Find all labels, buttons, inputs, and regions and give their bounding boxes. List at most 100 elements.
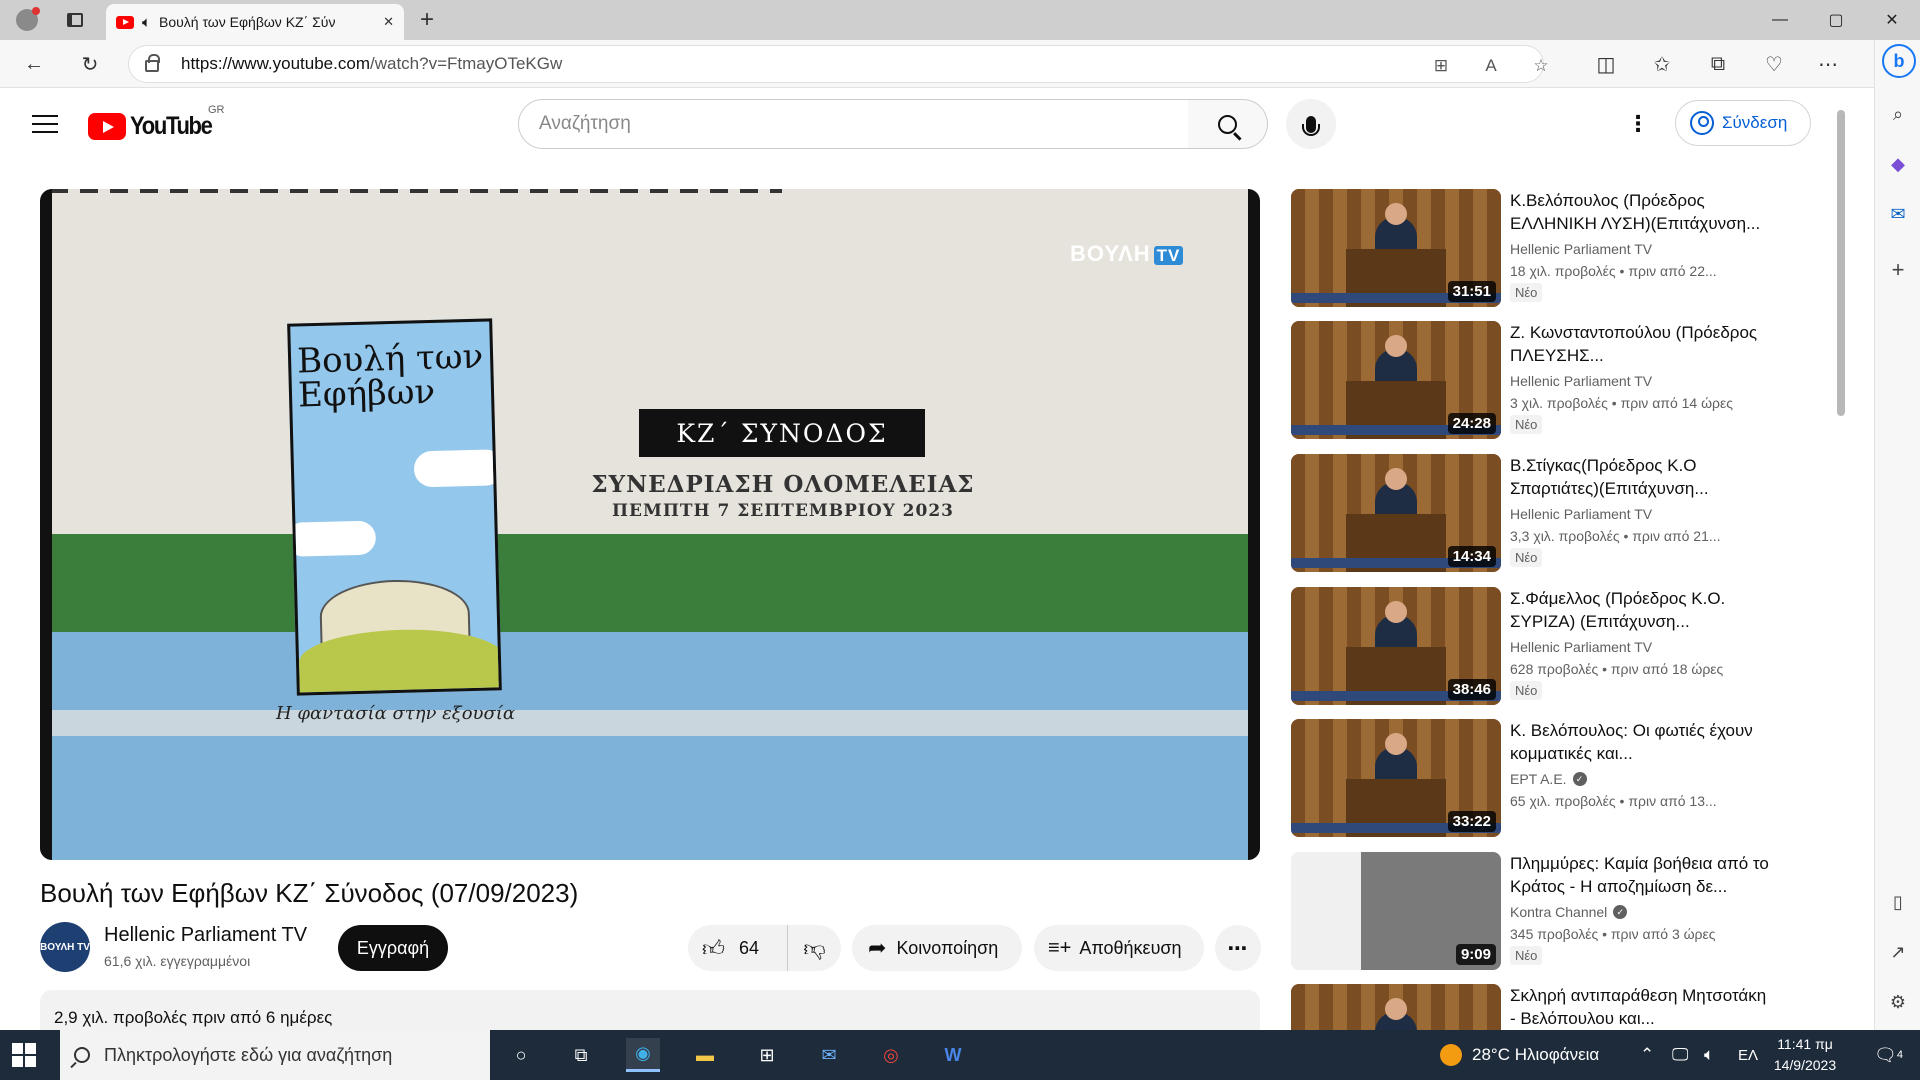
cloud-shape (413, 449, 502, 488)
taskbar-search-input[interactable]: Πληκτρολογήστε εδώ για αναζήτηση (60, 1030, 490, 1080)
file-explorer-icon[interactable]: ▬ (688, 1038, 722, 1072)
word-icon[interactable]: W (936, 1038, 970, 1072)
recommendation-title[interactable]: Σ.Φάμελλος (Πρόεδρος Κ.Ο. ΣΥΡΙΖΑ) (Επιτά… (1510, 587, 1770, 633)
recommendation-channel-name: Hellenic Parliament TV (1510, 373, 1653, 389)
sidebar-outlook-icon[interactable]: ✉ (1875, 196, 1920, 232)
favorites-icon[interactable]: ✩ (1646, 49, 1678, 79)
recommendation-channel[interactable]: ΕΡΤ Α.Ε. ✓ (1510, 771, 1770, 787)
split-screen-icon[interactable]: ◫ (1590, 49, 1622, 79)
sidebar-add-icon[interactable]: + (1875, 252, 1920, 288)
menu-hamburger-icon[interactable] (28, 110, 62, 138)
volume-icon[interactable]: 🔈︎ (1704, 1030, 1714, 1080)
notifications-icon[interactable]: 🗨︎ 4 (1874, 1030, 1903, 1080)
windows-start-icon[interactable] (12, 1043, 36, 1067)
lock-icon (145, 54, 160, 72)
recommendation-title[interactable]: Ζ. Κωνσταντοπούλου (Πρόεδρος ΠΛΕΥΣΗΣ... (1510, 321, 1770, 367)
like-button[interactable]: 👍︎ 64 (688, 925, 788, 971)
video-duration: 24:28 (1447, 413, 1496, 434)
youtube-logo[interactable]: YouTube GR (88, 104, 225, 141)
favorite-star-icon[interactable]: ☆ (1529, 54, 1553, 78)
recommendation-channel[interactable]: Kontra Channel ✓ (1510, 904, 1770, 920)
settings-kebab-icon[interactable]: ⋮ (1626, 110, 1650, 138)
recommendation-card[interactable]: 31:51 Κ.Βελόπουλος (Πρόεδρος ΕΛΛΗΝΙΚΗ ΛΥΣ… (1291, 189, 1771, 307)
profile-icon[interactable] (12, 6, 42, 34)
refresh-button[interactable]: ↻ (74, 49, 106, 79)
recommendation-thumbnail[interactable]: 24:28 (1291, 321, 1501, 439)
tray-chevron-icon[interactable]: ⌃ (1640, 1030, 1654, 1080)
sign-in-button[interactable]: Σύνδεση (1675, 100, 1811, 146)
search-button[interactable] (1188, 99, 1268, 149)
subscriber-count: 61,6 χιλ. εγγεγραμμένοι (104, 953, 251, 969)
recommendation-thumbnail[interactable]: 33:22 (1291, 719, 1501, 837)
bing-chat-icon[interactable]: b (1882, 44, 1916, 78)
chrome-icon[interactable]: ◎ (874, 1038, 908, 1072)
recommendation-thumbnail[interactable]: 31:51 (1291, 189, 1501, 307)
tab-close-icon[interactable]: ✕ (383, 14, 394, 30)
mail-icon[interactable]: ✉ (812, 1038, 846, 1072)
recommendation-card[interactable]: 24:28 Ζ. Κωνσταντοπούλου (Πρόεδρος ΠΛΕΥΣΗ… (1291, 321, 1771, 439)
recommendation-thumbnail[interactable]: 14:34 (1291, 454, 1501, 572)
recommendation-thumbnail[interactable]: 38:46 (1291, 587, 1501, 705)
recommendation-card[interactable]: 9:09 Πλημμύρες: Καμία βοήθεια από το Κράτ… (1291, 852, 1771, 970)
recommendation-card[interactable]: 38:46 Σ.Φάμελλος (Πρόεδρος Κ.Ο. ΣΥΡΙΖΑ) (… (1291, 587, 1771, 705)
recommendation-channel[interactable]: Hellenic Parliament TV (1510, 639, 1770, 655)
page-scrollbar[interactable] (1835, 108, 1847, 1026)
recommendation-info: Σ.Φάμελλος (Πρόεδρος Κ.Ο. ΣΥΡΙΖΑ) (Επιτά… (1510, 587, 1770, 700)
save-button[interactable]: ≡+ Αποθήκευση (1034, 925, 1204, 971)
voice-search-button[interactable] (1286, 99, 1336, 149)
collections-icon[interactable]: ⧉ (1702, 49, 1734, 79)
sidebar-settings-icon[interactable]: ⚙ (1875, 984, 1920, 1020)
recommendation-title[interactable]: Κ. Βελόπουλος: Οι φωτιές έχουν κομματικέ… (1510, 719, 1770, 765)
close-window-button[interactable]: ✕ (1864, 0, 1920, 40)
sidebar-external-icon[interactable]: ↗ (1875, 934, 1920, 970)
microsoft-store-icon[interactable]: ⊞ (750, 1038, 784, 1072)
dislike-button[interactable]: 👎︎ (788, 935, 841, 962)
profile-avatar (16, 7, 40, 31)
app-available-icon[interactable]: ⊞ (1429, 54, 1453, 78)
speaker-icon[interactable]: 🔈︎ (142, 14, 151, 31)
video-player[interactable]: ΒΟΥΛΗ TV Βουλή των Εφήβων Η φαντασία στην… (40, 189, 1260, 860)
recommendation-channel[interactable]: Hellenic Parliament TV (1510, 373, 1770, 389)
recommendation-title[interactable]: Κ.Βελόπουλος (Πρόεδρος ΕΛΛΗΝΙΚΗ ΛΥΣΗ)(Επ… (1510, 189, 1770, 235)
more-actions-button[interactable]: ⋯ (1215, 925, 1261, 971)
address-bar[interactable]: https://www.youtube.com/watch?v=FtmayOTe… (128, 45, 1549, 83)
tab-actions-icon[interactable] (60, 6, 90, 34)
session-title-box: ΚΖ΄ ΣΥΝΟΔΟΣ (639, 409, 925, 457)
new-badge: Νέο (1510, 548, 1543, 567)
recommendation-title[interactable]: Β.Στίγκας(Πρόεδρος Κ.Ο Σπαρτιάτες)(Επιτά… (1510, 454, 1770, 500)
video-duration: 33:22 (1447, 811, 1496, 832)
maximize-button[interactable]: ▢ (1808, 0, 1864, 40)
network-icon[interactable]: 🖵︎ (1672, 1030, 1688, 1080)
recommendation-title[interactable]: Πλημμύρες: Καμία βοήθεια από το Κράτος -… (1510, 852, 1770, 898)
sidebar-panel-icon[interactable]: ▯ (1875, 884, 1920, 920)
channel-avatar[interactable]: ΒΟΥΛΗ TV (40, 922, 90, 972)
recommendation-meta: 3,3 χιλ. προβολές • πριν από 21... (1510, 528, 1721, 544)
recommendation-channel[interactable]: Hellenic Parliament TV (1510, 241, 1770, 257)
search-input[interactable]: Αναζήτηση (518, 99, 1190, 149)
task-view-icon[interactable]: ⧉ (564, 1038, 598, 1072)
sidebar-search-icon[interactable]: ⌕ (1875, 96, 1920, 132)
settings-more-icon[interactable]: ⋯ (1812, 49, 1844, 79)
back-button[interactable]: ← (18, 49, 50, 79)
recommendation-thumbnail[interactable]: 9:09 (1291, 852, 1501, 970)
channel-name[interactable]: Hellenic Parliament TV (104, 924, 307, 947)
share-button[interactable]: ➦ Κοινοποίηση (852, 925, 1022, 971)
read-aloud-icon[interactable]: A (1479, 54, 1503, 78)
country-code: GR (208, 104, 225, 116)
weather-widget[interactable]: 28°C Ηλιοφάνεια (1440, 1030, 1599, 1080)
recommendation-card[interactable]: 14:34 Β.Στίγκας(Πρόεδρος Κ.Ο Σπαρτιάτες)(… (1291, 454, 1771, 572)
browser-essentials-icon[interactable]: ♡ (1758, 49, 1790, 79)
recommendation-card[interactable]: 33:22 Κ. Βελόπουλος: Οι φωτιές έχουν κομμ… (1291, 719, 1771, 837)
new-tab-button[interactable]: + (412, 6, 442, 34)
language-indicator[interactable]: ΕΛ (1738, 1030, 1758, 1080)
clock[interactable]: 11:41 πμ 14/9/2023 (1760, 1034, 1850, 1076)
sidebar-copilot-icon[interactable]: ◆ (1875, 146, 1920, 182)
active-browser-tab[interactable]: 🔈︎ Βουλή των Εφήβων ΚΖ΄ Σύν ✕ (106, 4, 404, 40)
edge-browser-icon[interactable]: ◉ (626, 1038, 660, 1072)
scrollbar-thumb[interactable] (1837, 110, 1845, 416)
cortana-icon[interactable]: ○ (504, 1038, 538, 1072)
recommendation-channel[interactable]: Hellenic Parliament TV (1510, 506, 1770, 522)
subscribe-button[interactable]: Εγγραφή (338, 925, 448, 971)
recommendation-title[interactable]: Σκληρή αντιπαράθεση Μητσοτάκη - Βελόπουλ… (1510, 984, 1770, 1030)
minimize-button[interactable]: — (1752, 0, 1808, 40)
